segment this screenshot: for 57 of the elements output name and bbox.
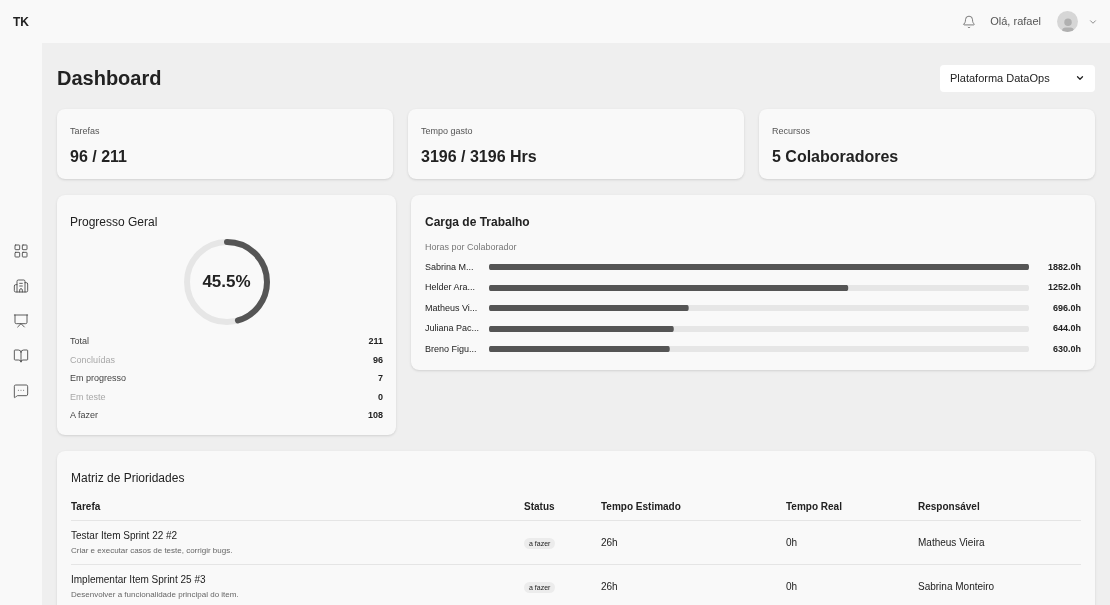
- status-label: A fazer: [70, 409, 98, 422]
- status-label: Total: [70, 335, 89, 348]
- card-title: Progresso Geral: [70, 214, 159, 231]
- collaborator-name: Breno Figu...: [425, 342, 478, 356]
- hours-value: 696.0h: [1051, 301, 1081, 315]
- task-name: Testar Item Sprint 22 #2: [71, 528, 179, 543]
- user-greeting: Olá, rafael: [990, 14, 1041, 30]
- table-cell-text: 0h: [786, 535, 799, 550]
- hours-value: 1882.0h: [1046, 260, 1081, 274]
- column-header: Tempo Estimado: [601, 499, 682, 514]
- task-name: Implementar Item Sprint 25 #3: [71, 572, 207, 587]
- status-count: 0: [378, 390, 383, 404]
- stat-value: 96 / 211: [70, 146, 128, 167]
- card-title: Carga de Trabalho: [425, 214, 531, 231]
- progress-percent: 45.5%: [201, 271, 252, 294]
- task-description: Criar e executar casos de teste, corrigir bugs.: [71, 544, 234, 557]
- column-header: Status: [524, 499, 556, 514]
- stat-value: 3196 / 3196 Hrs: [421, 146, 538, 167]
- status-count: 211: [368, 335, 383, 348]
- table-cell-text: 26h: [601, 535, 619, 550]
- table-cell-text: Sabrina Monteiro: [918, 579, 996, 594]
- table-cell-text: 26h: [601, 579, 619, 594]
- status-label: Em teste: [70, 390, 106, 404]
- chevron-down-icon[interactable]: [1075, 73, 1085, 83]
- card-title: Matriz de Prioridades: [71, 469, 186, 487]
- stat-label: Tarefas: [70, 125, 101, 138]
- chat-icon[interactable]: [13, 383, 29, 399]
- book-icon[interactable]: [13, 348, 29, 364]
- grid-icon[interactable]: [13, 243, 29, 259]
- table-cell-text: 0h: [786, 579, 799, 594]
- bell-icon[interactable]: [962, 14, 977, 29]
- status-count: 96: [373, 353, 383, 367]
- page-title: Dashboard: [57, 66, 162, 91]
- table-cell-text: Matheus Vieira: [918, 535, 986, 550]
- column-header: Responsável: [918, 499, 981, 514]
- stat-value: 5 Colaboradores: [772, 146, 900, 167]
- task-description: Desenvolver a funcionalidade principal do item.: [71, 588, 240, 601]
- presentation-icon[interactable]: [13, 313, 29, 329]
- collaborator-name: Juliana Pac...: [425, 322, 481, 335]
- column-header: Tempo Real: [786, 499, 843, 514]
- stat-label: Recursos: [772, 125, 811, 138]
- collaborator-name: Helder Ara...: [425, 281, 477, 294]
- status-count: 7: [378, 372, 383, 385]
- status-label: Em progresso: [70, 372, 127, 385]
- collaborator-name: Sabrina M...: [425, 260, 475, 274]
- status-label: Concluídas: [70, 353, 116, 367]
- hours-value: 630.0h: [1051, 342, 1081, 356]
- chart-title: Horas por Colaborador: [425, 241, 518, 254]
- hours-value: 1252.0h: [1046, 281, 1081, 294]
- stat-label: Tempo gasto: [421, 125, 474, 138]
- collaborator-name: Matheus Vi...: [425, 301, 479, 315]
- building-icon[interactable]: [13, 278, 29, 294]
- status-count: 108: [367, 409, 383, 422]
- app-logo: TK: [13, 13, 29, 31]
- hours-value: 644.0h: [1051, 322, 1081, 335]
- column-header: Tarefa: [71, 499, 102, 514]
- project-select[interactable]: Plataforma DataOps: [940, 64, 1095, 92]
